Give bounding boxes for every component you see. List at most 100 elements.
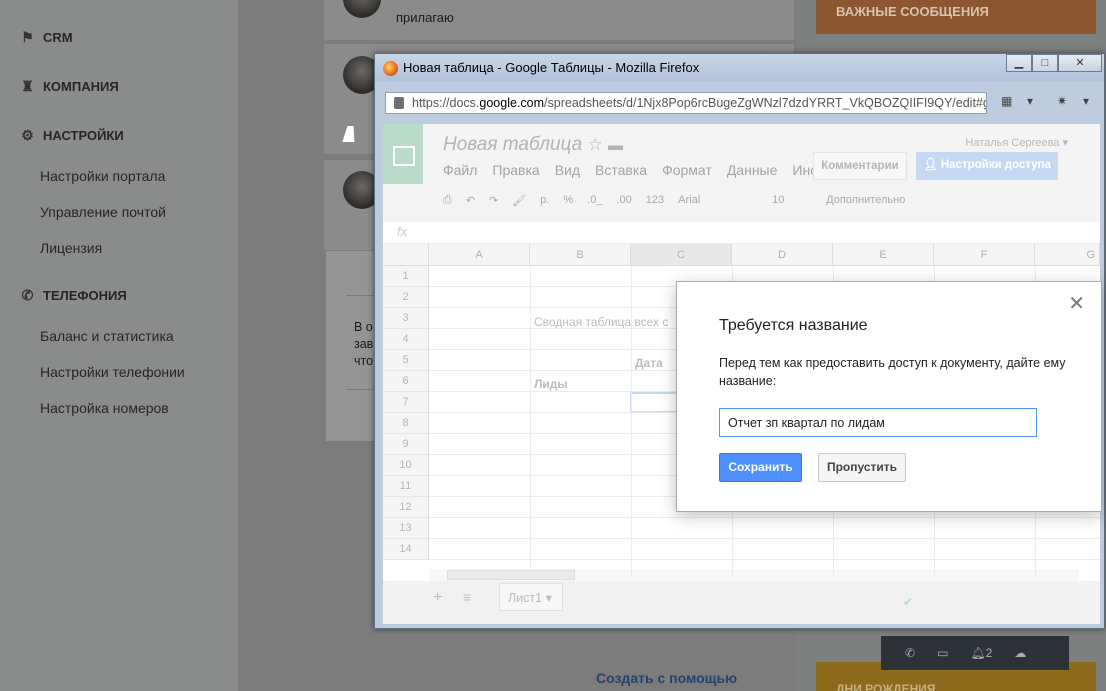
row-header[interactable]: 9 bbox=[383, 434, 429, 455]
percent-button[interactable]: % bbox=[563, 194, 573, 207]
castle-icon: ♜ bbox=[21, 78, 34, 94]
redo-icon[interactable]: ↷ bbox=[489, 194, 498, 207]
sidebar-item-company[interactable]: ♜ КОМПАНИЯ bbox=[20, 78, 119, 95]
sidebar-settings-label: НАСТРОЙКИ bbox=[43, 128, 124, 143]
create-with-link[interactable]: Создать с помощью bbox=[596, 670, 737, 686]
row-header[interactable]: 8 bbox=[383, 413, 429, 434]
sidebar-company-label: КОМПАНИЯ bbox=[43, 79, 119, 94]
firefox-icon bbox=[383, 61, 398, 76]
url-bar[interactable]: https://docs.google.com/spreadsheets/d/1… bbox=[385, 92, 987, 114]
phone-icon[interactable]: ✆ bbox=[905, 646, 915, 660]
window-controls: ▁ □ ✕ bbox=[1006, 54, 1102, 72]
dialog-line: зав bbox=[354, 337, 374, 351]
horizontal-scrollbar[interactable] bbox=[429, 569, 1079, 581]
formula-bar[interactable]: fx bbox=[383, 222, 1100, 244]
sheet-list-icon[interactable]: ≡ bbox=[463, 589, 471, 605]
url-domain: google.com bbox=[479, 96, 545, 110]
close-icon[interactable]: ✕ bbox=[1068, 294, 1085, 314]
share-label: Настройки доступа bbox=[940, 159, 1051, 171]
row-header[interactable]: 5 bbox=[383, 350, 429, 371]
add-sheet-icon[interactable]: + bbox=[433, 589, 442, 607]
save-button[interactable]: Сохранить bbox=[719, 453, 802, 482]
sidebar-item-license[interactable]: Лицензия bbox=[40, 240, 102, 256]
column-header[interactable]: G bbox=[1035, 244, 1100, 266]
menu-format[interactable]: Формат bbox=[662, 162, 712, 178]
row-header[interactable]: 3 bbox=[383, 308, 429, 329]
row-header[interactable]: 13 bbox=[383, 518, 429, 539]
sidebar-item-crm[interactable]: ⚑ CRM bbox=[20, 29, 72, 46]
menu-bar: Файл Правка Вид Вставка Формат Данные Ин… bbox=[443, 162, 831, 178]
close-window-button[interactable]: ✕ bbox=[1058, 54, 1102, 72]
menu-edit[interactable]: Правка bbox=[492, 162, 539, 178]
post-text: прилагаю bbox=[396, 10, 454, 25]
menu-data[interactable]: Данные bbox=[727, 162, 778, 178]
column-header[interactable]: B bbox=[530, 244, 631, 266]
chevron-down-icon[interactable]: ▾ bbox=[1083, 94, 1089, 108]
sidebar-item-portal-settings[interactable]: Настройки портала bbox=[40, 168, 165, 184]
share-button[interactable]: 👤︎ Настройки доступа bbox=[916, 152, 1058, 180]
currency-button[interactable]: р. bbox=[540, 194, 549, 207]
paint-format-icon[interactable]: 🖌︎ bbox=[512, 194, 526, 207]
row-header[interactable]: 1 bbox=[383, 266, 429, 287]
addon-icon[interactable]: ✷ bbox=[1057, 94, 1067, 108]
url-prefix: https://docs. bbox=[412, 96, 480, 110]
folder-icon[interactable]: ▬ bbox=[608, 137, 623, 154]
row-header[interactable]: 14 bbox=[383, 539, 429, 560]
sheets-logo[interactable] bbox=[383, 124, 423, 184]
column-header[interactable]: F bbox=[934, 244, 1035, 266]
column-header[interactable]: C bbox=[631, 244, 732, 266]
chat-icon[interactable]: ▭ bbox=[937, 646, 948, 660]
row-header[interactable]: 2 bbox=[383, 287, 429, 308]
sidebar-item-settings[interactable]: ⚙ НАСТРОЙКИ bbox=[20, 127, 124, 144]
number-format-button[interactable]: 123 bbox=[646, 194, 664, 207]
document-name-input[interactable] bbox=[719, 408, 1037, 437]
flag-icon: ⚑ bbox=[21, 29, 34, 45]
window-titlebar[interactable]: Новая таблица - Google Таблицы - Mozilla… bbox=[375, 54, 1104, 82]
row-header[interactable]: 12 bbox=[383, 497, 429, 518]
maximize-button[interactable]: □ bbox=[1032, 54, 1058, 72]
comments-button[interactable]: Комментарии bbox=[813, 152, 907, 180]
font-size-select[interactable]: 10 bbox=[772, 194, 812, 207]
skip-button[interactable]: Пропустить bbox=[818, 453, 906, 482]
gear-icon: ⚙ bbox=[21, 127, 34, 143]
column-header[interactable]: A bbox=[429, 244, 530, 266]
menu-view[interactable]: Вид bbox=[555, 162, 580, 178]
sidebar-item-telephony[interactable]: ✆ ТЕЛЕФОНИЯ bbox=[20, 288, 127, 304]
feed-post: прилагаю bbox=[324, 0, 794, 40]
tab-sheet1[interactable]: Лист1 ▾ bbox=[499, 583, 563, 611]
doc-title[interactable]: Новая таблица ☆ ▬ bbox=[443, 134, 623, 156]
column-header[interactable]: E bbox=[833, 244, 934, 266]
more-button[interactable]: Дополнительно bbox=[826, 194, 905, 207]
chevron-down-icon[interactable]: ▾ bbox=[1027, 94, 1033, 108]
scrollbar-thumb[interactable] bbox=[447, 570, 575, 580]
extension-icon[interactable]: ▦ bbox=[1001, 94, 1012, 108]
row-header[interactable]: 6 bbox=[383, 371, 429, 392]
decrease-decimal-button[interactable]: .0_ bbox=[587, 194, 602, 207]
row-header[interactable]: 4 bbox=[383, 329, 429, 350]
sheets-header: Новая таблица ☆ ▬ Наталья Сергеева ▾ Фай… bbox=[383, 124, 1100, 222]
minimize-button[interactable]: ▁ bbox=[1006, 54, 1032, 72]
column-header[interactable]: D bbox=[732, 244, 833, 266]
cloud-icon[interactable]: ☁ bbox=[1014, 646, 1026, 660]
font-select[interactable]: Arial bbox=[678, 194, 758, 207]
row-header[interactable]: 10 bbox=[383, 455, 429, 476]
print-icon[interactable]: ⎙ bbox=[443, 194, 452, 207]
star-icon[interactable]: ☆ bbox=[587, 135, 602, 154]
row-header[interactable]: 11 bbox=[383, 476, 429, 497]
dialog-text: В о зав что bbox=[354, 319, 373, 370]
sidebar-item-numbers[interactable]: Настройка номеров bbox=[40, 400, 169, 416]
user-name[interactable]: Наталья Сергеева ▾ bbox=[965, 136, 1068, 149]
screen: ⚑ CRM ♜ КОМПАНИЯ ⚙ НАСТРОЙКИ Настройки п… bbox=[0, 0, 1106, 691]
sidebar-item-mail-management[interactable]: Управление почтой bbox=[40, 204, 166, 220]
menu-insert[interactable]: Вставка bbox=[595, 162, 647, 178]
undo-icon[interactable]: ↶ bbox=[466, 194, 475, 207]
menu-file[interactable]: Файл bbox=[443, 162, 477, 178]
url-path: /spreadsheets/d/1Njx8Pop6rcBugeZgWNzl7dz… bbox=[544, 96, 987, 110]
important-messages-header[interactable]: ВАЖНЫЕ СООБЩЕНИЯ bbox=[816, 0, 1096, 34]
bell-icon[interactable]: 🔔︎2 bbox=[970, 646, 992, 660]
sidebar-item-telephony-settings[interactable]: Настройки телефонии bbox=[40, 364, 185, 380]
corner-header[interactable] bbox=[383, 244, 429, 266]
row-header[interactable]: 7 bbox=[383, 392, 429, 413]
sidebar-item-balance[interactable]: Баланс и статистика bbox=[40, 328, 174, 344]
increase-decimal-button[interactable]: .00 bbox=[616, 194, 631, 207]
